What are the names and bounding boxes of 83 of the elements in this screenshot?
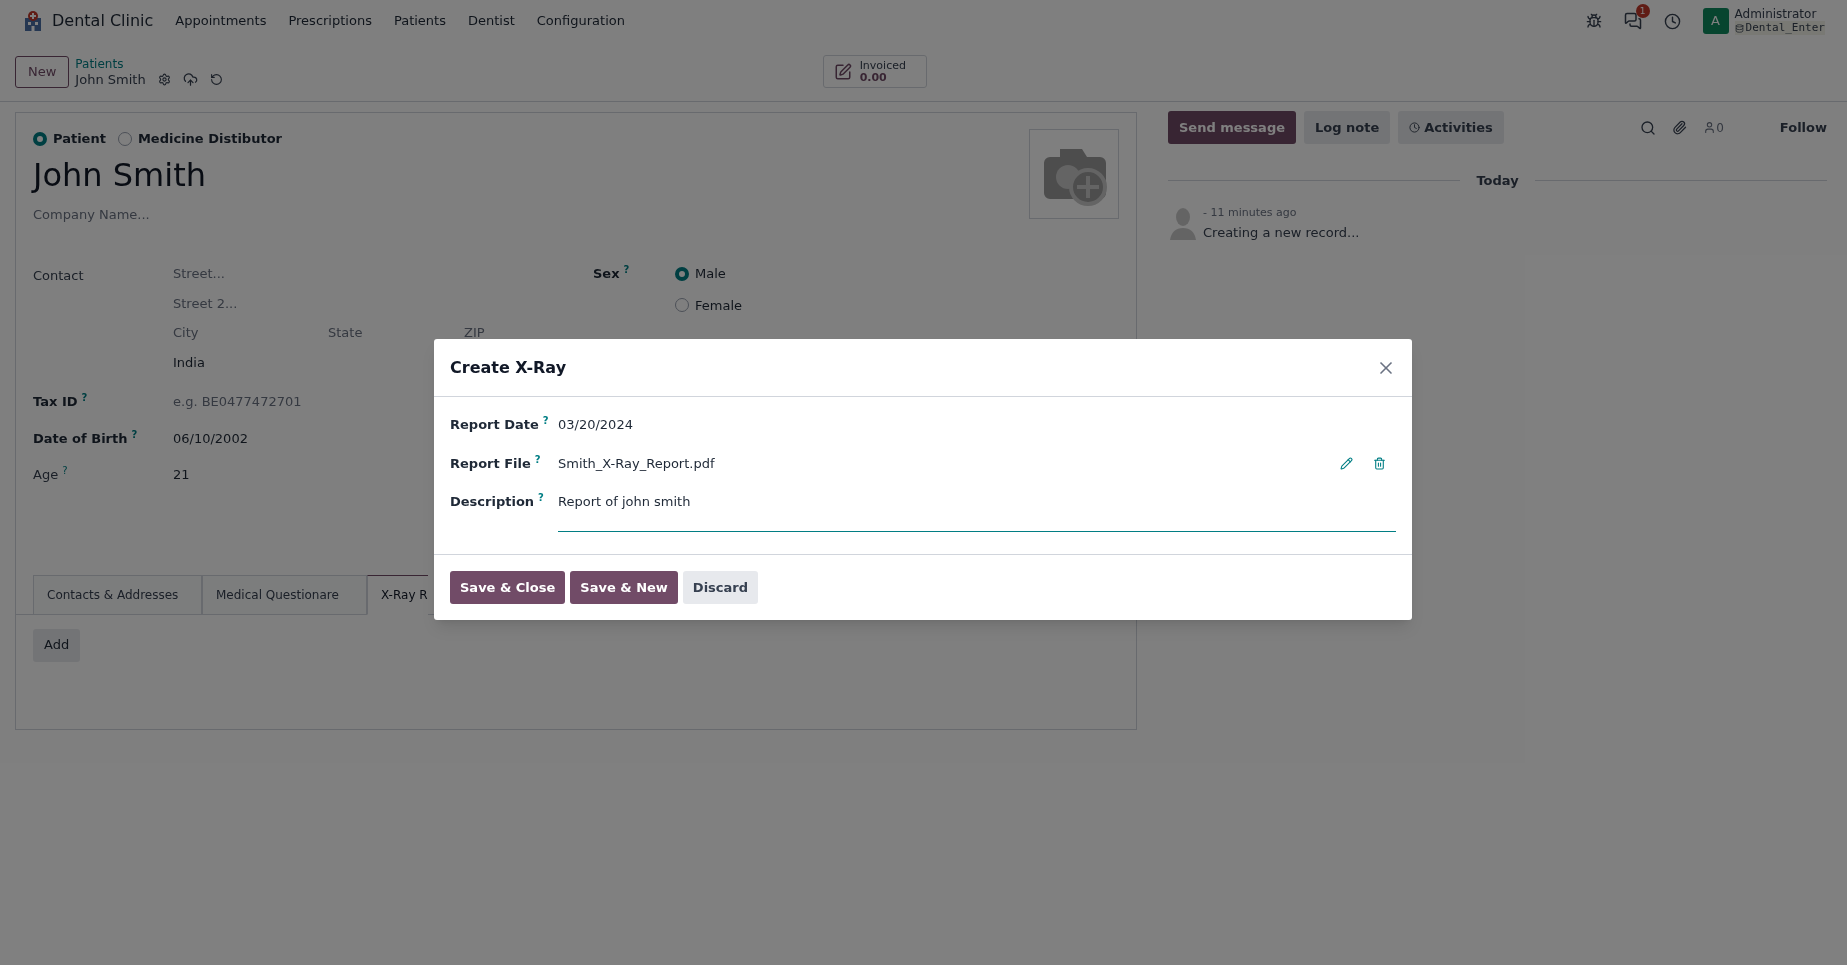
app-name[interactable]: Dental Clinic [52,9,154,33]
city-field[interactable]: City [173,323,328,343]
zip-field[interactable]: ZIP [464,323,485,343]
date-field[interactable]: 03/20/2024 [558,415,633,435]
clock-icon[interactable] [1663,12,1681,30]
tab[interactable]: Medical Questionare [202,574,367,615]
state-field[interactable]: State [328,323,464,343]
dialog-button[interactable]: Save & Close [450,571,566,604]
message-body: Creating a new record... [1203,223,1360,242]
field-label: Report Date $^{?}$ [450,415,550,434]
search-icon[interactable] [1640,119,1657,136]
radio-label[interactable]: Male [695,264,726,284]
undo-icon[interactable] [209,72,223,86]
user-avatar-icon [1168,205,1198,240]
message-time: - 11 minutes ago [1203,204,1298,221]
follow-link[interactable]: Follow [1779,117,1827,138]
menu-item[interactable]: Dentist [467,11,515,31]
help-mark[interactable]: ? [542,415,549,426]
radio-button[interactable] [675,266,689,281]
dialog-button[interactable]: Save & New [570,571,678,604]
paperclip-icon[interactable] [1672,120,1688,135]
stat-value: 0.00 [859,71,887,84]
field-value[interactable]: 06/10/2002 [173,428,248,448]
menu-item[interactable]: Patients [393,11,446,31]
bug-icon[interactable] [1585,13,1602,29]
notification-badge: 1 [1635,4,1650,18]
chatter-button[interactable]: Send message [1168,111,1296,144]
database-name: Dental_Enter [1745,21,1825,35]
help-mark[interactable]: ? [534,453,541,465]
tab[interactable]: X-Ray R [367,574,428,615]
help-mark[interactable]: ? [62,465,68,476]
field-input[interactable]: e.g. BE0477472701 [173,392,302,412]
menu-item[interactable]: Configuration [536,11,625,31]
field-label: Report File $^{?}$ [450,453,542,473]
company-name-field[interactable]: Company Name... [33,204,282,224]
invoice-icon [833,62,852,81]
menu-item[interactable]: Appointments [175,11,267,31]
field-label: Age $^{?}$ [33,465,69,484]
help-mark[interactable]: ? [81,392,88,403]
help-mark[interactable]: ? [538,492,544,503]
street2-field[interactable]: Street 2... [173,293,573,313]
field-label: Description $^{?}$ [450,492,545,511]
database-icon [1734,23,1744,33]
street-field[interactable]: Street... [173,264,573,284]
tab[interactable]: Contacts & Addresses [33,574,202,615]
chat-icon[interactable] [1623,12,1642,30]
invoiced-stat-button[interactable]: Invoiced 0.00 [822,55,927,88]
date-separator: Today [1476,172,1519,190]
file-name[interactable]: Smith_X-Ray_Report.pdf [558,453,715,473]
field-label: Contact [33,267,85,285]
clock-icon [1409,122,1421,133]
add-button[interactable]: Add [33,628,81,662]
radio-button[interactable] [675,298,689,313]
cloud-upload-icon[interactable] [182,71,198,87]
follower-icon[interactable] [1703,121,1717,134]
user-name[interactable]: Administrator [1734,7,1825,21]
radio-label[interactable]: Medicine Distibutor [137,129,282,149]
edit-icon[interactable] [1340,456,1353,470]
delete-icon[interactable] [1373,456,1386,470]
settings-icon[interactable] [157,72,171,86]
radio-label[interactable]: Female [695,295,742,315]
clinic-logo-icon [22,10,44,32]
field-label: Tax ID $^{?}$ [33,392,89,411]
radio-button[interactable] [33,131,47,146]
description-field[interactable]: Report of john smith [558,492,1396,532]
record-name: John Smith [75,71,146,87]
new-button[interactable]: New [15,55,70,88]
field-label: Date of Birth $^{?}$ [33,428,139,448]
dialog-title: Create X-Ray [450,356,567,379]
help-mark[interactable]: ? [131,428,138,440]
breadcrumb-link[interactable]: Patients [75,56,223,72]
chatter-button[interactable]: Log note [1304,111,1391,144]
help-mark[interactable]: ? [623,264,630,275]
field-value[interactable]: 21 [173,465,190,485]
stat-label: Invoiced [859,59,906,72]
dialog-button[interactable]: Discard [682,571,759,604]
follower-count[interactable]: 0 [1716,118,1724,137]
radio-label[interactable]: Patient [53,129,106,149]
menu-item[interactable]: Prescriptions [288,11,372,31]
radio-button[interactable] [117,131,132,146]
chatter-button[interactable]: Activities [1398,111,1504,144]
user-avatar[interactable]: A [1702,8,1729,34]
patient-name: John Smith [33,154,207,195]
